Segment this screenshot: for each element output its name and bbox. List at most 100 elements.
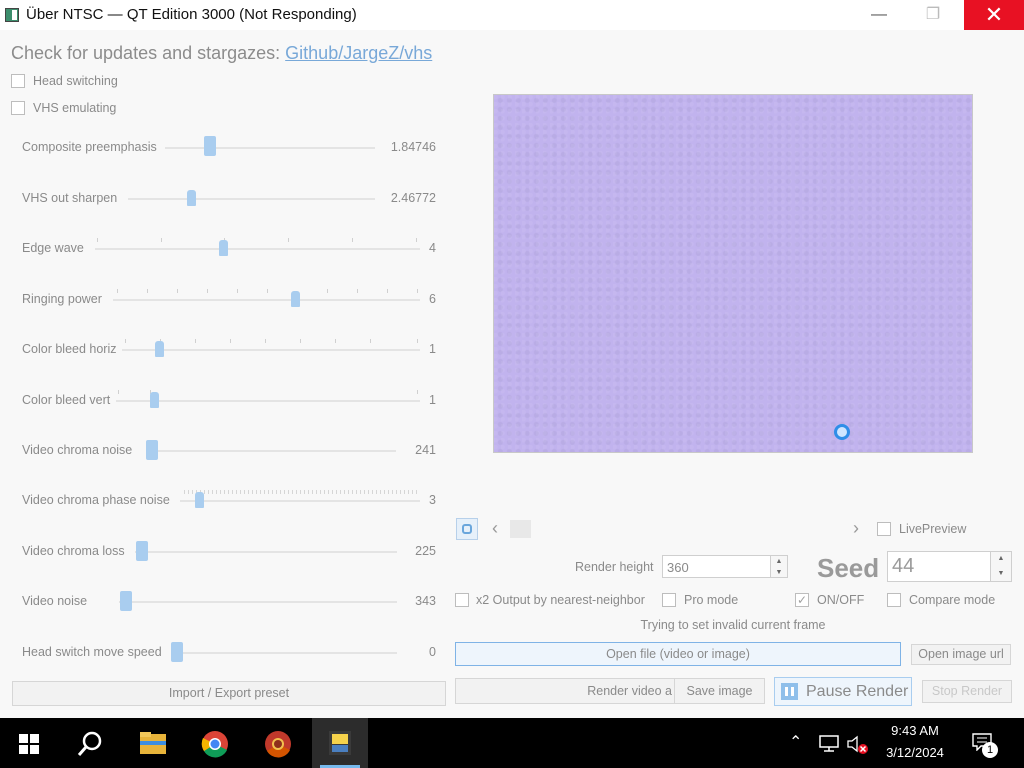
taskbar-file-explorer[interactable]: [125, 718, 181, 768]
slider-tick: [125, 339, 126, 343]
slider-value: 225: [415, 544, 436, 558]
head-switching-label: Head switching: [33, 74, 118, 88]
slider-tick: [195, 339, 196, 343]
maximize-button[interactable]: ❐: [910, 0, 956, 30]
open-image-url-button[interactable]: Open image url: [911, 644, 1011, 665]
on-off-checkbox[interactable]: ✓: [795, 593, 809, 607]
window-title: Über NTSC — QT Edition 3000 (Not Respond…: [26, 6, 357, 23]
tray-chevron-icon[interactable]: ⌃: [789, 732, 802, 752]
render-height-stepper[interactable]: ▲ ▼: [770, 556, 787, 577]
render-height-label: Render height: [575, 560, 654, 574]
slider-label: Video chroma loss: [22, 544, 125, 558]
slider-handle[interactable]: [291, 291, 300, 307]
slider-handle[interactable]: [155, 341, 164, 357]
seed-value: 44: [892, 555, 915, 577]
slider-track[interactable]: [119, 601, 397, 603]
slider-label: Color bleed horiz: [22, 342, 117, 356]
slider-handle[interactable]: [171, 642, 183, 662]
import-export-preset-button[interactable]: Import / Export preset: [12, 681, 446, 706]
pro-mode-checkbox[interactable]: [662, 593, 676, 607]
seed-spinbox[interactable]: 44 ▲ ▼: [887, 551, 1012, 582]
x2-output-checkbox[interactable]: [455, 593, 469, 607]
slider-tick: [177, 289, 178, 293]
minimize-button[interactable]: —: [856, 0, 902, 30]
notifications-button[interactable]: 1: [970, 730, 1004, 760]
title-bar: Über NTSC — QT Edition 3000 (Not Respond…: [0, 0, 1024, 30]
slider-track[interactable]: [146, 450, 396, 452]
slider-tick: [118, 390, 119, 394]
head-switching-checkbox[interactable]: [11, 74, 25, 88]
slider-handle[interactable]: [187, 190, 196, 206]
slider-track[interactable]: [135, 551, 397, 553]
save-image-button[interactable]: Save image: [674, 678, 765, 704]
frame-scrollbar-thumb[interactable]: [510, 520, 531, 538]
file-explorer-icon: [140, 732, 166, 754]
slider-track[interactable]: [116, 400, 420, 402]
vhs-emulating-label: VHS emulating: [33, 101, 117, 115]
status-text: Trying to set invalid current frame: [640, 618, 826, 632]
slider-handle[interactable]: [120, 591, 132, 611]
spin-up-icon[interactable]: ▲: [771, 556, 787, 567]
next-frame-button[interactable]: ›: [853, 518, 859, 539]
slider-tick: [117, 289, 118, 293]
slider-track[interactable]: [113, 299, 420, 301]
close-button[interactable]: ✕: [964, 0, 1024, 30]
vhs-emulating-checkbox[interactable]: [11, 101, 25, 115]
spin-down-icon[interactable]: ▼: [771, 567, 787, 578]
slider-label: Edge wave: [22, 241, 84, 255]
windows-logo-icon: [19, 734, 39, 754]
github-link[interactable]: Github/JargeZ/vhs: [285, 43, 432, 63]
slider-track[interactable]: [165, 147, 375, 149]
taskbar-chrome-profile[interactable]: [250, 718, 306, 768]
start-button[interactable]: [0, 718, 56, 768]
clock-time[interactable]: 9:43 AM: [876, 723, 954, 738]
slider-tick: [97, 238, 98, 242]
render-height-spinbox[interactable]: 360 ▲ ▼: [662, 555, 788, 578]
slider-track[interactable]: [95, 248, 420, 250]
x2-output-label: x2 Output by nearest-neighbor: [476, 593, 645, 607]
slider-track[interactable]: [171, 652, 397, 654]
compare-mode-checkbox[interactable]: [887, 593, 901, 607]
live-preview-checkbox[interactable]: [877, 522, 891, 536]
slider-tick: [352, 238, 353, 242]
taskbar: ⌃ 9:43 AM 3/12/2024 1: [0, 718, 1024, 768]
busy-cursor-icon: [834, 424, 850, 440]
slider-tick: [147, 289, 148, 293]
taskbar-chrome[interactable]: [187, 718, 243, 768]
taskbar-ntsc-app[interactable]: [312, 718, 368, 768]
seed-label: Seed: [817, 553, 880, 583]
slider-handle[interactable]: [150, 392, 159, 408]
slider-handle[interactable]: [195, 492, 204, 508]
search-button[interactable]: [62, 718, 118, 768]
pause-render-label: Pause Render: [806, 683, 909, 700]
chrome-alt-icon: [265, 731, 291, 758]
refresh-frame-button[interactable]: [456, 518, 478, 540]
slider-label: Color bleed vert: [22, 393, 111, 407]
spin-down-icon[interactable]: ▼: [991, 567, 1011, 582]
pause-render-button[interactable]: Pause Render: [774, 677, 912, 706]
live-preview-label: LivePreview: [899, 522, 967, 536]
slider-tick: [357, 289, 358, 293]
slider-tick: [230, 339, 231, 343]
slider-tick: [237, 289, 238, 293]
preview-image: [493, 94, 973, 453]
slider-value: 3: [429, 493, 436, 507]
volume-muted-icon[interactable]: [846, 734, 870, 756]
slider-handle[interactable]: [136, 541, 148, 561]
render-video-button[interactable]: Render video a: [455, 678, 675, 704]
slider-handle[interactable]: [146, 440, 158, 460]
stop-render-button[interactable]: Stop Render: [922, 680, 1012, 703]
slider-value: 1: [429, 342, 436, 356]
spin-up-icon[interactable]: ▲: [991, 552, 1011, 567]
slider-track[interactable]: [128, 198, 375, 200]
clock-date[interactable]: 3/12/2024: [876, 745, 954, 760]
network-icon[interactable]: [818, 734, 840, 752]
slider-handle[interactable]: [219, 240, 228, 256]
compare-mode-label: Compare mode: [909, 593, 996, 607]
slider-value: 6: [429, 292, 436, 306]
seed-stepper[interactable]: ▲ ▼: [990, 552, 1011, 581]
slider-label: Head switch move speed: [22, 645, 162, 659]
slider-handle[interactable]: [204, 136, 216, 156]
open-file-button[interactable]: Open file (video or image): [455, 642, 901, 666]
prev-frame-button[interactable]: ‹: [492, 518, 498, 539]
